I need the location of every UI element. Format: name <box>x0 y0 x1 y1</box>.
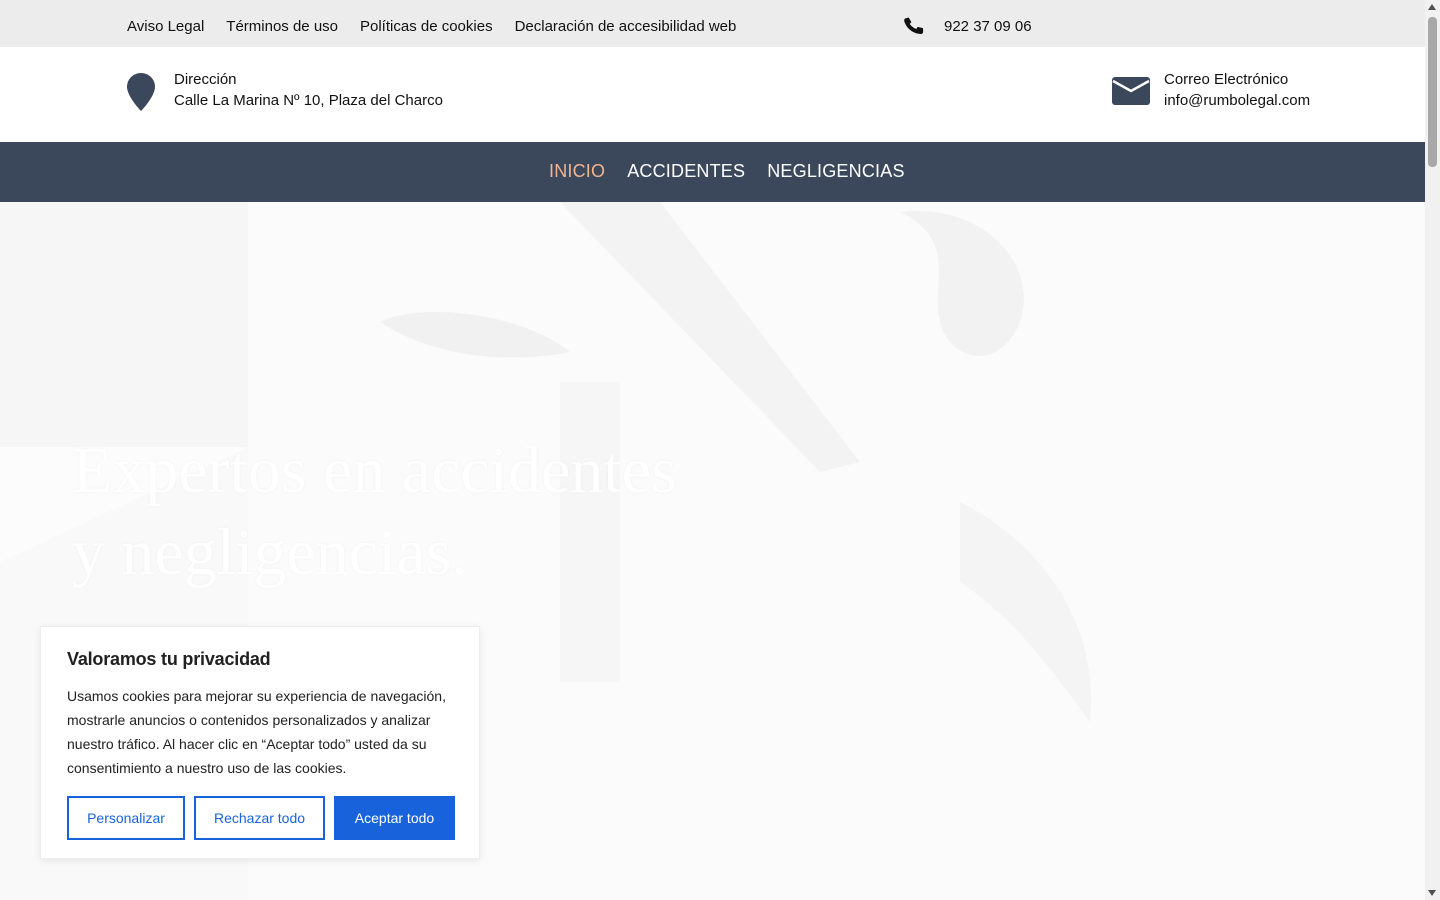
nav-item-inicio[interactable]: INICIO <box>549 161 605 182</box>
envelope-icon <box>1112 77 1150 105</box>
reject-all-button[interactable]: Rechazar todo <box>194 796 325 840</box>
email-label: Correo Electrónico <box>1164 71 1289 88</box>
phone-icon <box>904 17 924 35</box>
phone-contact[interactable]: 922 37 09 06 <box>903 15 1032 37</box>
cookie-actions: Personalizar Rechazar todo Aceptar todo <box>67 796 455 840</box>
legal-links: Aviso Legal Términos de uso Políticas de… <box>127 18 736 35</box>
email-value[interactable]: info@rumbolegal.com <box>1164 90 1310 111</box>
main-nav: INICIO ACCIDENTES NEGLIGENCIAS <box>0 142 1425 202</box>
accept-all-button[interactable]: Aceptar todo <box>334 796 455 840</box>
legal-link-accesibilidad[interactable]: Declaración de accesibilidad web <box>515 18 737 35</box>
legal-link-cookies[interactable]: Políticas de cookies <box>360 18 493 35</box>
email-text: Correo Electrónico info@rumbolegal.com <box>1164 69 1310 111</box>
page: Aviso Legal Términos de uso Políticas de… <box>0 0 1425 900</box>
address-label: Dirección <box>174 71 237 88</box>
address-value: Calle La Marina Nº 10, Plaza del Charco <box>174 92 443 109</box>
nav-item-accidentes[interactable]: ACCIDENTES <box>627 161 745 182</box>
phone-number[interactable]: 922 37 09 06 <box>944 18 1032 35</box>
map-pin-icon <box>127 73 155 111</box>
scroll-down-arrow-icon[interactable] <box>1428 890 1436 896</box>
page-scrollbar[interactable] <box>1425 0 1440 900</box>
customize-button[interactable]: Personalizar <box>67 796 185 840</box>
top-bar: Aviso Legal Términos de uso Políticas de… <box>0 0 1425 47</box>
nav-items: INICIO ACCIDENTES NEGLIGENCIAS <box>549 161 905 182</box>
address-text: Dirección Calle La Marina Nº 10, Plaza d… <box>174 69 443 111</box>
nav-item-negligencias[interactable]: NEGLIGENCIAS <box>767 161 904 182</box>
scroll-up-arrow-icon[interactable] <box>1428 4 1436 10</box>
address-block: Dirección Calle La Marina Nº 10, Plaza d… <box>127 69 443 111</box>
hero-title-line-1: Expertos en accidentes <box>72 434 677 507</box>
cookie-consent-dialog: Valoramos tu privacidad Usamos cookies p… <box>40 626 480 859</box>
contact-info-bar: Dirección Calle La Marina Nº 10, Plaza d… <box>0 47 1425 142</box>
scrollbar-thumb[interactable] <box>1428 17 1437 167</box>
email-block: Correo Electrónico info@rumbolegal.com <box>1112 69 1310 111</box>
cookie-title: Valoramos tu privacidad <box>67 649 271 669</box>
cookie-body: Usamos cookies para mejorar su experienc… <box>67 688 446 776</box>
hero-title: Expertos en accidentes y negligencias. <box>72 430 832 594</box>
legal-link-terminos[interactable]: Términos de uso <box>226 18 338 35</box>
legal-link-aviso[interactable]: Aviso Legal <box>127 18 204 35</box>
hero-title-line-2: y negligencias. <box>72 516 468 589</box>
